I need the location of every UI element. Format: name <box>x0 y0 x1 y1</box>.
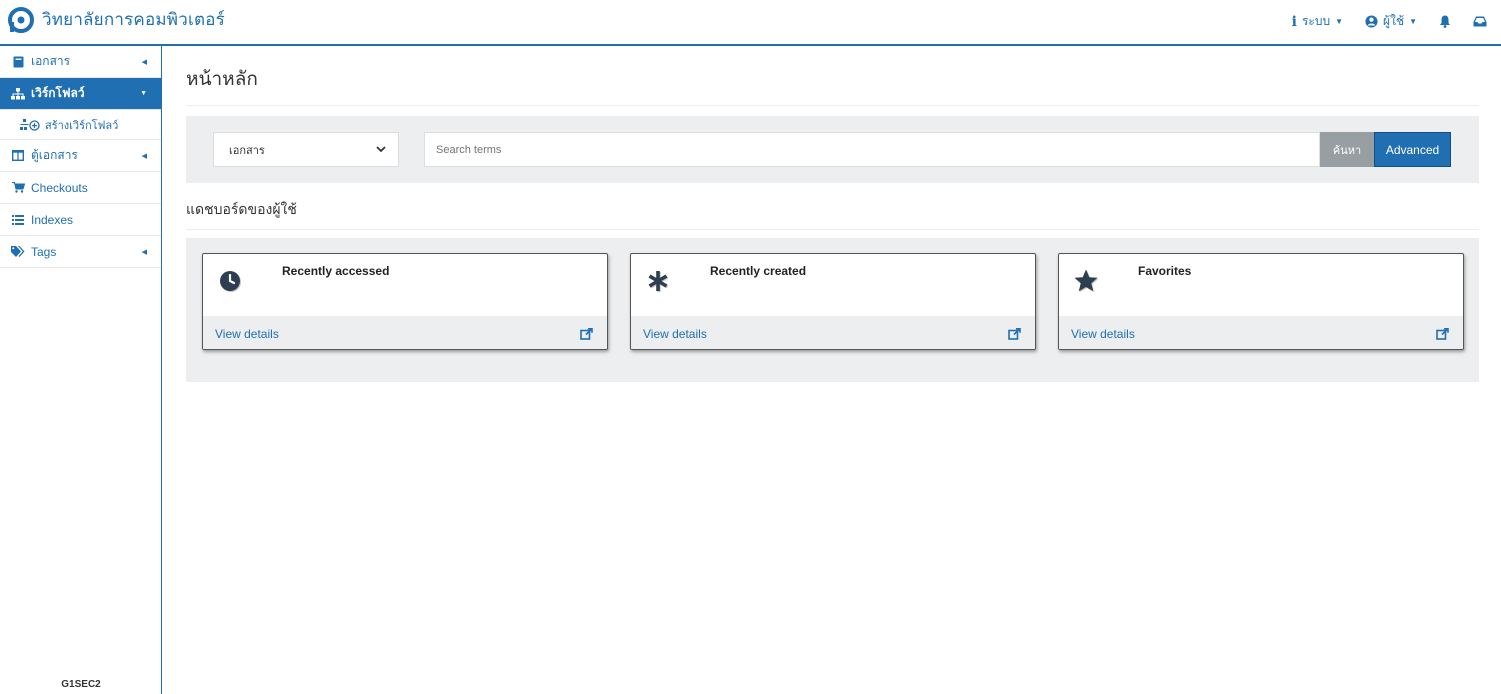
cart-icon <box>10 182 26 193</box>
view-details-link[interactable]: View details <box>631 316 1035 349</box>
brand-name: วิทยาลัยการคอมพิวเตอร์ <box>42 10 225 30</box>
sidebar-item-workflows[interactable]: เวิร์กโฟลว์ ▼ <box>0 78 161 110</box>
caret-left-icon: ◀ <box>141 152 147 160</box>
external-link-icon <box>580 327 593 340</box>
view-details-label: View details <box>643 326 707 341</box>
search-panel: เอกสาร ค้นหา Advanced <box>186 116 1479 183</box>
sidebar-item-checkouts[interactable]: Checkouts <box>0 172 161 204</box>
asterisk-icon <box>648 271 669 292</box>
dashboard-card-recently-created: Recently created View details <box>630 253 1036 350</box>
sidebar-subitem-create-workflow[interactable]: สร้างเวิร์กโฟลว์ <box>0 110 161 140</box>
top-navbar: วิทยาลัยการคอมพิวเตอร์ i ระบบ ▼ ผู้ใช้ ▼ <box>0 0 1501 46</box>
tags-icon <box>10 246 26 257</box>
caret-down-icon: ▼ <box>1335 17 1344 26</box>
caret-left-icon: ◀ <box>141 248 147 256</box>
search-input[interactable] <box>424 132 1320 167</box>
sidebar-item-label: Checkouts <box>31 180 88 195</box>
user-menu[interactable]: ผู้ใช้ ▼ <box>1365 12 1417 31</box>
system-menu[interactable]: i ระบบ ▼ <box>1292 12 1343 31</box>
view-details-label: View details <box>1071 326 1135 341</box>
sidebar-item-label: Tags <box>31 244 57 259</box>
caret-down-icon: ▼ <box>1409 17 1417 26</box>
dashboard-card-recently-accessed: Recently accessed View details <box>202 253 608 350</box>
brand[interactable]: วิทยาลัยการคอมพิวเตอร์ <box>8 6 225 33</box>
inbox-button[interactable] <box>1473 16 1487 27</box>
sidebar: เอกสาร ◀ เวิร์กโฟลว์ ▼ สร้างเวิร์กโฟลว์ … <box>0 46 162 694</box>
view-details-link[interactable]: View details <box>203 316 607 349</box>
card-title: Favorites <box>1138 264 1192 278</box>
caret-left-icon: ◀ <box>141 58 147 66</box>
advanced-search-button[interactable]: Advanced <box>1374 132 1451 167</box>
card-title: Recently created <box>710 264 807 278</box>
columns-icon <box>10 150 26 161</box>
dashboard-card-favorites: Favorites View details <box>1058 253 1464 350</box>
external-link-icon <box>1008 327 1021 340</box>
caret-down-icon: ▼ <box>140 90 147 97</box>
list-icon <box>10 214 26 225</box>
search-type-value: เอกสาร <box>229 144 265 157</box>
sidebar-item-tags[interactable]: Tags ◀ <box>0 236 161 268</box>
sitemap-plus-icon <box>20 118 40 131</box>
brand-logo-icon <box>8 6 34 33</box>
external-link-icon <box>1436 327 1449 340</box>
page-title: หน้าหลัก <box>186 64 1479 106</box>
bell-icon <box>1440 15 1450 28</box>
sidebar-item-indexes[interactable]: Indexes <box>0 204 161 236</box>
dashboard-panel: Recently accessed View details Recently … <box>186 238 1479 382</box>
sidebar-item-label: ตู้เอกสาร <box>31 148 78 162</box>
sidebar-item-label: เวิร์กโฟลว์ <box>31 86 85 100</box>
top-nav-menu: i ระบบ ▼ ผู้ใช้ ▼ <box>1292 12 1487 31</box>
clock-icon <box>220 271 241 292</box>
user-circle-icon <box>1365 15 1378 28</box>
star-icon <box>1074 269 1099 293</box>
chevron-down-icon <box>376 146 386 153</box>
sidebar-item-label: เอกสาร <box>31 54 71 68</box>
main-content: หน้าหลัก เอกสาร ค้นหา Advanced แดชบอร์ดข… <box>186 46 1479 382</box>
dashboard-title: แดชบอร์ดของผู้ใช้ <box>186 199 1479 230</box>
sidebar-item-label: Indexes <box>31 212 74 227</box>
card-title: Recently accessed <box>282 264 390 278</box>
sidebar-item-documents[interactable]: เอกสาร ◀ <box>0 46 161 78</box>
search-type-select[interactable]: เอกสาร <box>213 132 399 167</box>
sidebar-item-label: สร้างเวิร์กโฟลว์ <box>45 119 119 132</box>
view-details-link[interactable]: View details <box>1059 316 1463 349</box>
book-icon <box>10 56 26 68</box>
sidebar-item-cabinets[interactable]: ตู้เอกสาร ◀ <box>0 140 161 172</box>
notifications-button[interactable] <box>1439 15 1451 28</box>
info-icon: i <box>1291 13 1297 30</box>
system-menu-label: ระบบ <box>1301 14 1331 28</box>
inbox-icon <box>1473 16 1487 27</box>
sitemap-icon <box>10 87 26 100</box>
view-details-label: View details <box>215 326 279 341</box>
search-button[interactable]: ค้นหา <box>1320 132 1374 167</box>
user-menu-label: ผู้ใช้ <box>1383 14 1405 28</box>
sidebar-footer-text: G1SEC2 <box>61 679 101 690</box>
